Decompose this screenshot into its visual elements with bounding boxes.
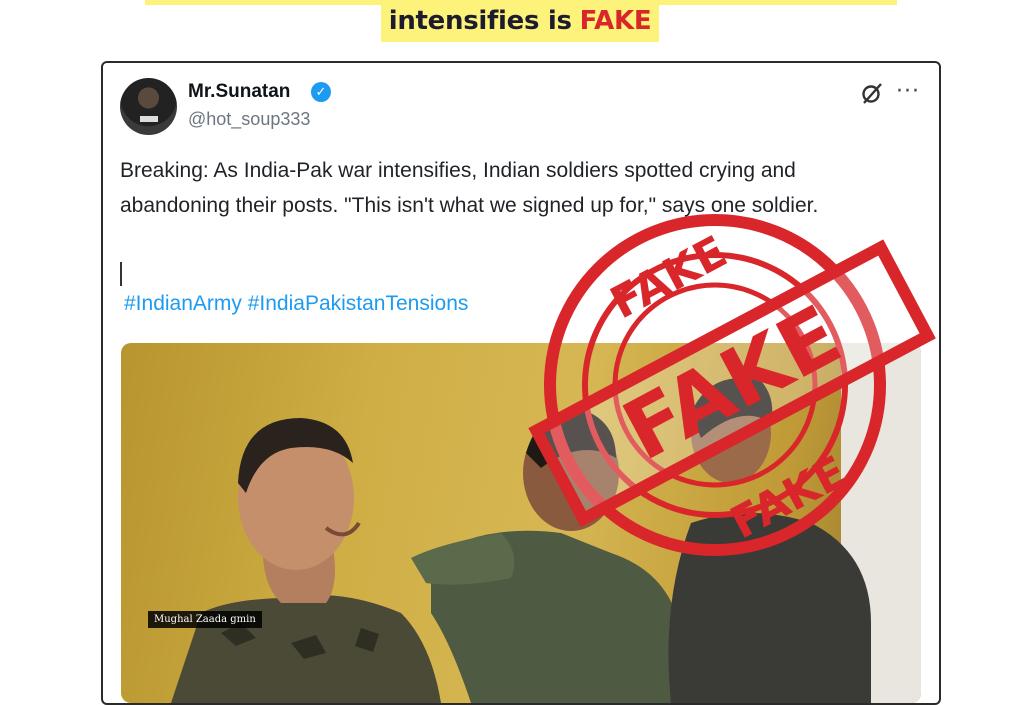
headline-banner: intensifies is FAKE	[381, 0, 659, 42]
author-handle[interactable]: @hot_soup333	[188, 109, 310, 130]
avatar[interactable]	[120, 78, 177, 135]
hashtags-link[interactable]: #IndianArmy #IndiaPakistanTensions	[124, 292, 468, 316]
headline-fake-word: FAKE	[579, 6, 652, 36]
media-watermark: Mughal Zaada gmin	[148, 611, 262, 628]
author-name[interactable]: Mr.Sunatan	[188, 81, 290, 103]
text-cursor	[120, 262, 122, 286]
more-icon[interactable]: ···	[896, 79, 920, 104]
fake-stamp-icon: FAKE FAKE FAKE	[528, 214, 936, 556]
verified-badge-icon: ✓	[311, 82, 331, 102]
grok-icon[interactable]	[860, 81, 884, 105]
headline-text: intensifies is	[388, 6, 572, 36]
